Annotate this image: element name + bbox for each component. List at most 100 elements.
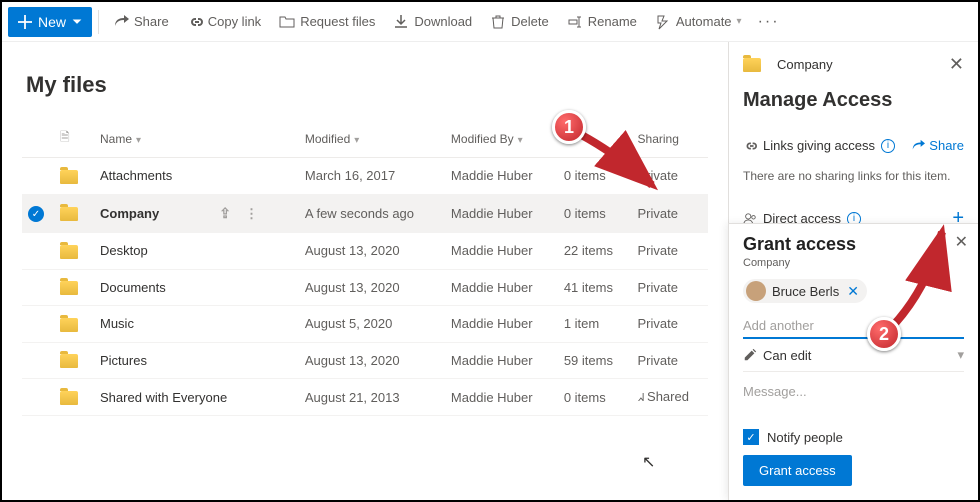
row-modified: March 16, 2017 <box>299 158 445 195</box>
links-section-label: Links giving access <box>763 138 875 153</box>
row-modified: August 13, 2020 <box>299 233 445 270</box>
file-list-pane: My files 🗎 Name▾ Modified▾ Modified By▾ … <box>2 42 728 500</box>
row-modified-by: Maddie Huber <box>445 269 558 306</box>
row-name[interactable]: Music <box>94 306 299 343</box>
permission-dropdown[interactable]: Can edit ▾ <box>743 339 964 372</box>
link-icon <box>743 139 757 153</box>
folder-icon <box>60 170 78 184</box>
rename-icon <box>567 14 583 30</box>
row-size: 59 items <box>558 342 632 379</box>
notify-label: Notify people <box>767 430 843 445</box>
col-sharing[interactable]: Sharing <box>632 120 708 158</box>
row-modified: August 5, 2020 <box>299 306 445 343</box>
share-icon[interactable]: ⇪ <box>219 205 231 221</box>
row-sharing: Private <box>632 342 708 379</box>
row-modified-by: Maddie Huber <box>445 194 558 233</box>
chevron-down-icon: ▾ <box>354 135 359 146</box>
page-title: My files <box>26 72 708 98</box>
folder-icon <box>743 58 761 72</box>
col-modified[interactable]: Modified▾ <box>299 120 445 158</box>
folder-icon <box>60 245 78 259</box>
request-icon <box>279 14 295 30</box>
row-sharing: Private <box>632 306 708 343</box>
row-modified: August 21, 2013 <box>299 379 445 416</box>
close-icon[interactable]: ✕ <box>949 54 964 75</box>
row-sharing: Private <box>632 269 708 306</box>
grant-access-button[interactable]: Grant access <box>743 455 852 486</box>
automate-button[interactable]: Automate ▾ <box>647 2 750 42</box>
info-icon[interactable]: i <box>881 139 895 153</box>
row-modified-by: Maddie Huber <box>445 233 558 270</box>
chevron-down-icon: ▾ <box>957 347 964 363</box>
row-modified-by: Maddie Huber <box>445 158 558 195</box>
row-modified: A few seconds ago <box>299 194 445 233</box>
row-size: 0 items <box>558 158 632 195</box>
col-name[interactable]: Name▾ <box>94 120 299 158</box>
share-button[interactable]: Share <box>105 2 177 42</box>
new-label: New <box>38 14 66 30</box>
cursor-icon: ↖ <box>642 452 655 472</box>
grant-access-card: ✕ Grant access Company Bruce Berls ✕ Add… <box>728 223 978 500</box>
more-button[interactable]: ··· <box>752 13 786 31</box>
row-name[interactable]: Company⇪⋮ <box>94 194 299 233</box>
row-size: 0 items <box>558 194 632 233</box>
selected-check-icon[interactable]: ✓ <box>28 206 44 222</box>
table-row[interactable]: MusicAugust 5, 2020Maddie Huber1 itemPri… <box>22 306 708 343</box>
shared-icon: ᖽ <box>638 392 648 404</box>
row-sharing: Private <box>632 194 708 233</box>
no-links-text: There are no sharing links for this item… <box>743 169 964 183</box>
row-modified-by: Maddie Huber <box>445 379 558 416</box>
rename-button[interactable]: Rename <box>559 2 645 42</box>
row-name[interactable]: Shared with Everyone <box>94 379 299 416</box>
remove-chip-icon[interactable]: ✕ <box>847 283 859 300</box>
share-icon <box>911 139 925 153</box>
row-modified: August 13, 2020 <box>299 342 445 379</box>
folder-icon <box>60 318 78 332</box>
file-table: 🗎 Name▾ Modified▾ Modified By▾ ▾ Sharing… <box>22 120 708 416</box>
table-row[interactable]: Shared with EveryoneAugust 21, 2013Maddi… <box>22 379 708 416</box>
chevron-down-icon: ▾ <box>518 135 523 146</box>
table-row[interactable]: DocumentsAugust 13, 2020Maddie Huber41 i… <box>22 269 708 306</box>
new-button[interactable]: New <box>8 7 92 37</box>
table-row[interactable]: PicturesAugust 13, 2020Maddie Huber59 it… <box>22 342 708 379</box>
message-input[interactable]: Message... <box>743 372 964 429</box>
chevron-down-icon: ▾ <box>568 135 573 146</box>
row-sharing: ᖽ Shared <box>632 379 708 416</box>
copy-link-button[interactable]: Copy link <box>179 2 269 42</box>
row-name[interactable]: Attachments <box>94 158 299 195</box>
trash-icon <box>490 14 506 30</box>
folder-icon <box>60 354 78 368</box>
request-files-button[interactable]: Request files <box>271 2 383 42</box>
close-icon[interactable]: ✕ <box>955 232 968 252</box>
col-size[interactable]: ▾ <box>558 120 632 158</box>
row-sharing: Private <box>632 233 708 270</box>
folder-icon <box>60 281 78 295</box>
person-chip[interactable]: Bruce Berls ✕ <box>743 279 867 303</box>
share-icon <box>113 14 129 30</box>
row-name[interactable]: Desktop <box>94 233 299 270</box>
download-button[interactable]: Download <box>385 2 480 42</box>
row-name[interactable]: Documents <box>94 269 299 306</box>
col-modified-by[interactable]: Modified By▾ <box>445 120 558 158</box>
row-size: 1 item <box>558 306 632 343</box>
row-more-button[interactable]: ⋮ <box>245 206 258 221</box>
grant-title: Grant access <box>743 234 964 255</box>
add-people-input[interactable]: Add another <box>743 310 964 339</box>
panel-title: Manage Access <box>743 89 964 112</box>
row-size: 0 items <box>558 379 632 416</box>
row-modified-by: Maddie Huber <box>445 342 558 379</box>
delete-button[interactable]: Delete <box>482 2 557 42</box>
table-row[interactable]: ✓Company⇪⋮A few seconds agoMaddie Huber0… <box>22 194 708 233</box>
chevron-down-icon: ▾ <box>737 16 742 27</box>
row-sharing: Private <box>632 158 708 195</box>
avatar <box>746 281 766 301</box>
table-row[interactable]: DesktopAugust 13, 2020Maddie Huber22 ite… <box>22 233 708 270</box>
toolbar: New Share Copy link Request files Downlo… <box>2 2 978 42</box>
share-button-panel[interactable]: Share <box>911 138 964 153</box>
row-name[interactable]: Pictures <box>94 342 299 379</box>
folder-icon <box>60 207 78 221</box>
notify-checkbox[interactable]: ✓ <box>743 429 759 445</box>
table-row[interactable]: AttachmentsMarch 16, 2017Maddie Huber0 i… <box>22 158 708 195</box>
grant-subtitle: Company <box>743 257 964 269</box>
row-modified: August 13, 2020 <box>299 269 445 306</box>
